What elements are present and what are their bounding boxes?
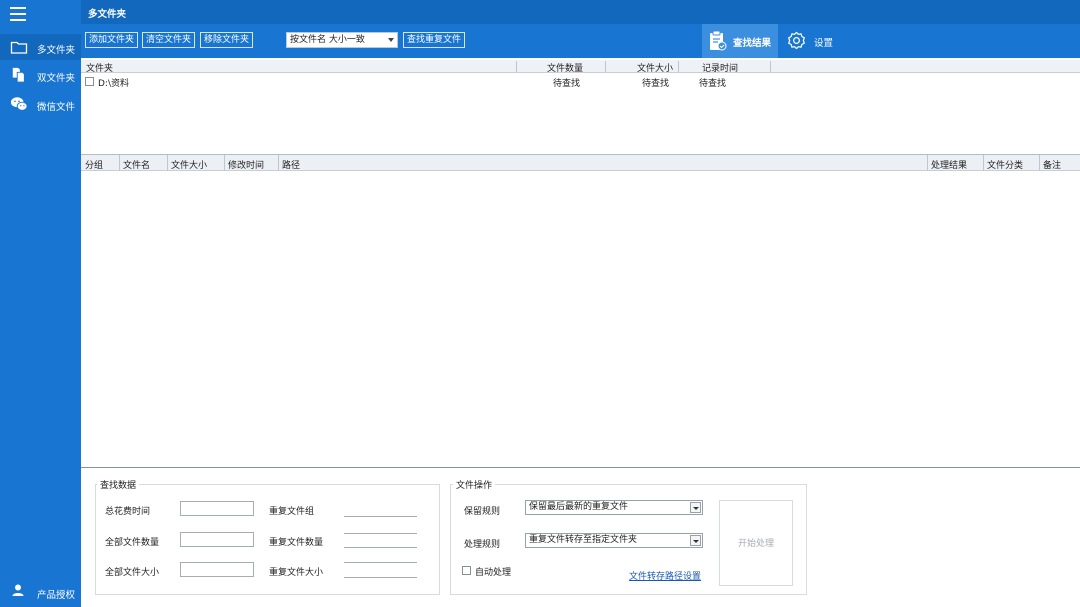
column-header[interactable]: 文件大小 <box>637 61 673 74</box>
clipboard-check-icon <box>710 30 727 51</box>
file-count: 待查找 <box>553 79 581 89</box>
column-divider[interactable] <box>167 155 168 171</box>
sidebar-item-wechat[interactable]: 微信文件 <box>0 91 81 117</box>
total-count-label: 全部文件数量 <box>105 538 160 548</box>
find-duplicates-button[interactable]: 查找重复文件 <box>403 32 466 48</box>
dup-count-label: 重复文件数量 <box>269 538 324 548</box>
column-header[interactable]: 备注 <box>1043 158 1061 171</box>
results-table: 分组 文件名 文件大小 修改时间 路径 处理结果 文件分类 备注 <box>81 154 1080 467</box>
stats-group-title: 查找数据 <box>97 478 140 491</box>
column-divider[interactable] <box>678 61 679 72</box>
column-header[interactable]: 文件夹 <box>86 61 113 74</box>
start-process-button[interactable]: 开始处理 <box>719 500 793 586</box>
sidebar-item-license[interactable]: 产品授权 <box>0 580 81 604</box>
chevron-down-icon <box>690 502 701 513</box>
column-header[interactable]: 文件分类 <box>987 158 1023 171</box>
column-divider[interactable] <box>119 155 120 171</box>
remove-folder-button[interactable]: 移除文件夹 <box>200 32 254 48</box>
column-divider[interactable] <box>770 61 771 72</box>
column-header[interactable]: 文件名 <box>123 158 150 171</box>
dup-count-value <box>344 547 417 548</box>
row-checkbox[interactable] <box>85 77 94 86</box>
handle-rule-label: 处理规则 <box>464 540 501 550</box>
folder-icon <box>10 41 28 54</box>
total-size-label: 全部文件大小 <box>105 568 160 578</box>
gear-icon <box>788 31 805 50</box>
column-header[interactable]: 记录时间 <box>702 61 738 74</box>
sidebar-item-dual-folder[interactable]: 双文件夹 <box>0 62 81 88</box>
dup-groups-label: 重复文件组 <box>269 507 315 517</box>
column-divider[interactable] <box>1039 155 1040 171</box>
dup-count-divider <box>344 533 417 534</box>
keep-rule-label: 保留规则 <box>464 507 501 517</box>
column-header[interactable]: 路径 <box>282 158 300 171</box>
sidebar: 多文件夹 双文件夹 微信文件 产品授权 <box>0 0 81 607</box>
match-mode-select[interactable]: 按文件名 大小一致 <box>286 32 398 48</box>
dup-size-value <box>344 577 417 578</box>
sidebar-item-label: 产品授权 <box>37 590 76 601</box>
column-divider[interactable] <box>224 155 225 171</box>
chevron-down-icon <box>388 38 394 42</box>
sidebar-item-multi-folder[interactable]: 多文件夹 <box>0 34 81 60</box>
match-mode-value: 按文件名 大小一致 <box>290 35 365 45</box>
column-divider[interactable] <box>927 155 928 171</box>
elapsed-value <box>180 501 254 516</box>
keep-rule-value: 保留最后最新的重复文件 <box>529 502 629 512</box>
user-icon <box>12 584 24 596</box>
dup-size-divider <box>344 562 417 563</box>
folder-table-header: 文件夹 文件数量 文件大小 记录时间 <box>81 60 1080 74</box>
handle-rule-select[interactable]: 重复文件转存至指定文件夹 <box>525 533 703 548</box>
sidebar-item-label: 微信文件 <box>37 102 76 113</box>
folder-table: 文件夹 文件数量 文件大小 记录时间 D:\资料 待查找 待查找 待查找 <box>81 58 1080 154</box>
column-header[interactable]: 修改时间 <box>228 158 264 171</box>
title-bar: 多文件夹 <box>81 0 1080 24</box>
dup-size-label: 重复文件大小 <box>269 568 324 578</box>
handle-rule-value: 重复文件转存至指定文件夹 <box>529 535 638 545</box>
folder-path: D:\资料 <box>98 79 129 89</box>
total-size-value <box>180 562 254 577</box>
storage-path-link[interactable]: 文件转存路径设置 <box>629 569 701 582</box>
auto-process-label: 自动处理 <box>475 568 512 578</box>
sidebar-item-label: 双文件夹 <box>37 73 76 84</box>
dup-groups-value <box>344 516 417 517</box>
elapsed-label: 总花费时间 <box>105 507 151 517</box>
total-count-value <box>180 532 254 547</box>
sidebar-item-label: 多文件夹 <box>37 45 76 56</box>
clear-folders-button[interactable]: 清空文件夹 <box>142 32 196 48</box>
file-size: 待查找 <box>642 79 670 89</box>
add-folder-button[interactable]: 添加文件夹 <box>85 32 139 48</box>
wechat-icon <box>10 97 28 111</box>
column-header[interactable]: 处理结果 <box>931 158 967 171</box>
toolbar: 添加文件夹 清空文件夹 移除文件夹 按文件名 大小一致 查找重复文件 查找结果 <box>81 24 1080 58</box>
column-header[interactable]: 文件大小 <box>171 158 207 171</box>
chevron-down-icon <box>690 535 701 546</box>
page-title: 多文件夹 <box>88 9 127 20</box>
auto-process-checkbox[interactable] <box>462 566 471 575</box>
operations-group-title: 文件操作 <box>453 478 496 491</box>
column-header[interactable]: 文件数量 <box>547 61 583 74</box>
results-table-header: 分组 文件名 文件大小 修改时间 路径 处理结果 文件分类 备注 <box>81 155 1080 171</box>
column-divider[interactable] <box>516 61 517 72</box>
tab-results[interactable]: 查找结果 <box>702 24 778 58</box>
column-divider[interactable] <box>278 155 279 171</box>
app-window: 多文件夹 双文件夹 微信文件 产品授权 多文件夹 添加文件夹 清空文件夹 移除文… <box>0 0 1080 607</box>
tab-results-label: 查找结果 <box>733 38 772 49</box>
keep-rule-select[interactable]: 保留最后最新的重复文件 <box>525 500 703 515</box>
bottom-panel: 查找数据 总花费时间 全部文件数量 全部文件大小 重复文件组 重复文件数量 重复… <box>81 467 1080 607</box>
column-header[interactable]: 分组 <box>85 158 103 171</box>
record-time: 待查找 <box>699 79 727 89</box>
tab-settings[interactable]: 设置 <box>781 24 839 58</box>
tab-settings-label: 设置 <box>814 38 834 49</box>
column-divider[interactable] <box>605 61 606 72</box>
column-divider[interactable] <box>983 155 984 171</box>
file-compare-icon <box>12 67 25 83</box>
menu-icon[interactable] <box>10 7 26 21</box>
